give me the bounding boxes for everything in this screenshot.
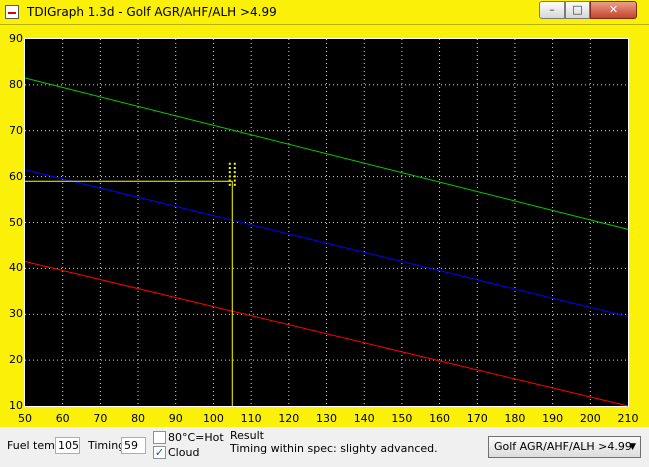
marker-point	[228, 175, 231, 178]
marker-point	[233, 162, 236, 165]
chevron-down-icon[interactable]: ▼	[629, 437, 636, 457]
model-select-value: Golf AGR/AHF/ALH >4.99	[494, 440, 632, 453]
marker-point	[233, 179, 236, 182]
y-tick-label: 60	[9, 169, 23, 183]
x-tick-label: 150	[391, 412, 413, 425]
marker-point	[233, 175, 236, 178]
marker-point	[233, 171, 236, 174]
marker-point	[228, 162, 231, 165]
timing-label: Timing	[88, 439, 126, 452]
x-tick-label: 210	[617, 412, 639, 425]
x-tick-label: 110	[240, 412, 262, 425]
y-tick-label: 50	[9, 215, 23, 229]
y-tick-label: 70	[9, 123, 23, 137]
y-tick-label: 30	[9, 307, 23, 321]
marker-point	[233, 183, 236, 186]
marker-point	[228, 179, 231, 182]
hot-checkbox-label: 80°C=Hot	[168, 431, 224, 444]
x-tick-label: 120	[278, 412, 300, 425]
y-tick-label: 20	[9, 353, 23, 367]
cloud-checkbox-label: Cloud	[168, 446, 200, 459]
x-tick-label: 60	[55, 412, 70, 425]
x-tick-label: 100	[202, 412, 224, 425]
x-tick-label: 50	[18, 412, 32, 425]
y-tick-label: 40	[9, 261, 23, 275]
model-select[interactable]: Golf AGR/AHF/ALH >4.99 ▼	[488, 436, 641, 458]
x-tick-label: 160	[429, 412, 451, 425]
fuel-temp-label: Fuel temp	[7, 439, 62, 452]
y-tick-label: 80	[9, 77, 23, 91]
marker-point	[228, 166, 231, 169]
cloud-checkbox[interactable]: ✓	[153, 446, 166, 459]
hot-checkbox[interactable]	[153, 431, 166, 444]
marker-point	[228, 183, 231, 186]
x-tick-label: 200	[579, 412, 601, 425]
fuel-temp-input[interactable]: 105	[55, 437, 80, 454]
series-line-green	[24, 77, 629, 230]
y-tick-label: 10	[9, 399, 23, 412]
x-tick-label: 140	[353, 412, 375, 425]
timing-chart	[24, 39, 629, 407]
x-tick-label: 190	[542, 412, 564, 425]
result-label: Result	[230, 429, 264, 442]
x-tick-label: 130	[316, 412, 337, 425]
x-tick-label: 180	[504, 412, 526, 425]
y-tick-label: 90	[9, 32, 23, 45]
x-tick-label: 80	[131, 412, 146, 425]
x-tick-label: 70	[93, 412, 108, 425]
marker-point	[233, 166, 236, 169]
x-tick-label: 170	[466, 412, 488, 425]
x-tick-label: 90	[168, 412, 183, 425]
result-text: Timing within spec: slighty advanced.	[230, 442, 438, 455]
marker-point	[228, 171, 231, 174]
timing-input[interactable]: 59	[121, 437, 146, 454]
